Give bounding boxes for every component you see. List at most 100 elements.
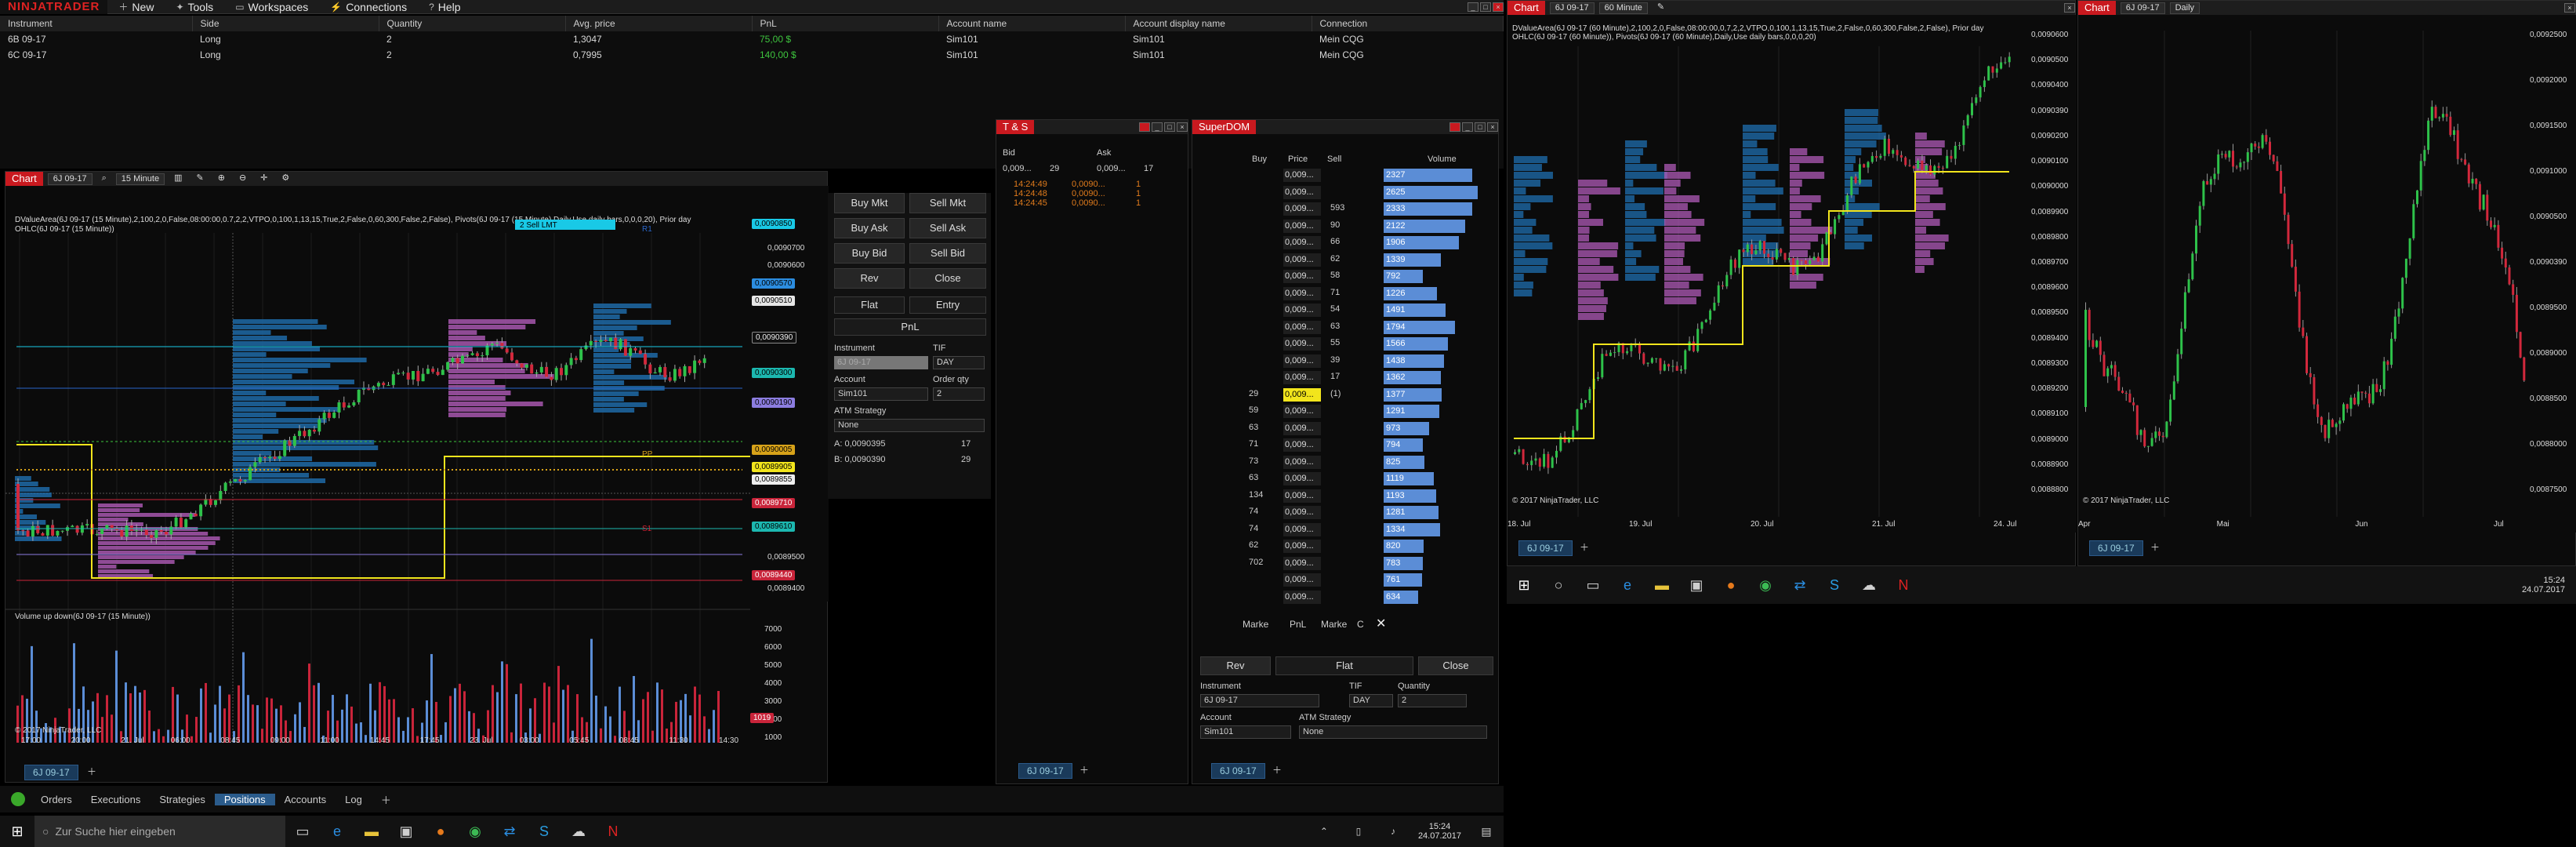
tray-network-icon[interactable]: ▯ (1346, 819, 1371, 844)
dom-price-cell[interactable]: 0,009... (1283, 236, 1321, 249)
add-tab-icon[interactable]: ＋ (372, 792, 401, 807)
teamviewer-icon[interactable]: ⇄ (1787, 573, 1812, 598)
dom-sell-cell[interactable]: 593 (1330, 203, 1354, 213)
teamviewer-icon[interactable]: ⇄ (497, 819, 522, 844)
menu-new[interactable]: ＋ New (107, 0, 165, 13)
dom-row[interactable]: 0,009... 58 792 (1243, 268, 1498, 285)
table-row[interactable]: 6B 09-17 Long 2 1,3047 75,00 $ Sim101 Si… (0, 31, 1504, 47)
atm-select[interactable]: None (834, 419, 985, 432)
buy-market-button[interactable]: Buy Mkt (834, 193, 905, 213)
chart2-add-tab-icon[interactable]: ＋ (1580, 540, 1589, 554)
dom-row[interactable]: 0,009... 134 1193 (1243, 488, 1498, 505)
tab-orders[interactable]: Orders (31, 794, 82, 805)
dom-tif-select[interactable]: DAY (1349, 694, 1393, 707)
buy-ask-button[interactable]: Buy Ask (834, 218, 905, 238)
dom-buy-cell[interactable]: 29 (1249, 389, 1277, 398)
menu-tools[interactable]: ✦ Tools (165, 1, 224, 13)
chart1-properties-icon[interactable]: ⚙ (277, 173, 294, 185)
col-pnl[interactable]: PnL (752, 16, 939, 31)
chart2-time-axis[interactable]: 18. Jul 19. Jul 20. Jul 21. Jul 24. Jul (1508, 520, 2025, 531)
tab-executions[interactable]: Executions (82, 794, 151, 805)
reverse-button[interactable]: Rev (834, 268, 905, 289)
edge-browser-icon[interactable]: e (1615, 573, 1640, 598)
dom-sell-cell[interactable]: 55 (1330, 338, 1354, 347)
dom-close-button-action[interactable]: Close (1418, 656, 1493, 675)
dom-price-cell[interactable]: 0,009... (1283, 590, 1321, 604)
dom-market-button-right[interactable]: Marke (1321, 619, 1347, 630)
dom-row[interactable]: 0,009... 702 783 (1243, 555, 1498, 573)
dom-sell-cell[interactable]: 39 (1330, 355, 1354, 365)
pnl-display[interactable]: PnL (834, 318, 986, 336)
dom-price-cell[interactable]: 0,009... (1283, 253, 1321, 267)
chart2-price-axis[interactable]: 0,0090600 0,0090500 0,0090400 0,0090390 0,00… (2026, 15, 2077, 517)
firefox-icon[interactable]: ● (428, 819, 453, 844)
dom-buy-cell[interactable]: 62 (1249, 540, 1277, 550)
dom-minimize-button[interactable]: _ (1462, 122, 1473, 132)
chart2-interval-select[interactable]: 60 Minute (1598, 2, 1648, 14)
dom-buy-cell[interactable]: 702 (1249, 558, 1277, 567)
windows-start-icon[interactable]: ⊞ (5, 819, 30, 844)
dom-sell-cell[interactable]: (1) (1330, 389, 1354, 398)
dom-sell-cell[interactable]: 63 (1330, 322, 1354, 331)
chart3-interval-select[interactable]: Daily (2169, 2, 2200, 14)
dom-market-button-left[interactable]: Marke (1243, 619, 1268, 630)
ts-instrument-tab[interactable]: 6J 09-17 (1018, 763, 1072, 779)
store-icon[interactable]: ▣ (1684, 573, 1709, 598)
col-account-name[interactable]: Account name (938, 16, 1126, 31)
tab-log[interactable]: Log (336, 794, 372, 805)
sell-ask-button[interactable]: Sell Ask (909, 218, 986, 238)
dom-price-cell[interactable]: 0,009... (1283, 556, 1321, 570)
dom-price-cell[interactable]: 0,009... (1283, 421, 1321, 435)
dom-qty-stepper[interactable]: 2 (1398, 694, 1467, 707)
dom-row[interactable]: 0,009... 63 1794 (1243, 319, 1498, 336)
dom-ladder[interactable]: 0,009... 2327 0,009... 2625 0,009... 593 2333 0… (1243, 167, 1498, 614)
file-explorer-icon[interactable]: ▬ (359, 819, 384, 844)
dom-buy-cell[interactable]: 59 (1249, 405, 1277, 415)
dom-price-cell[interactable]: 0,009... (1283, 270, 1321, 283)
dom-row[interactable]: 0,009... 29 (1) 1377 (1243, 387, 1498, 404)
dom-row[interactable]: 0,009... 593 2333 (1243, 201, 1498, 218)
menu-workspaces[interactable]: ▭ Workspaces (224, 1, 319, 13)
dom-price-cell[interactable]: 0,009... (1283, 506, 1321, 519)
dom-row[interactable]: 0,009... 2625 (1243, 184, 1498, 202)
dom-cancel-all-icon[interactable]: ✕ (1376, 616, 1386, 631)
task-view-icon[interactable]: ▭ (290, 819, 315, 844)
dom-instrument-tab[interactable]: 6J 09-17 (1211, 763, 1265, 779)
dom-price-cell[interactable]: 0,009... (1283, 219, 1321, 233)
dom-sell-cell[interactable]: 66 (1330, 237, 1354, 246)
dom-row[interactable]: 0,009... 74 1334 (1243, 522, 1498, 539)
dom-buy-cell[interactable]: 71 (1249, 439, 1277, 449)
col-instrument[interactable]: Instrument (0, 16, 193, 31)
dom-buy-cell[interactable]: 73 (1249, 456, 1277, 466)
dom-price-cell[interactable]: 0,009... (1283, 455, 1321, 469)
dom-row[interactable]: 0,009... 74 1281 (1243, 504, 1498, 522)
dom-price-cell[interactable]: 0,009... (1283, 472, 1321, 485)
dom-price-cell[interactable]: 0,009... (1283, 202, 1321, 216)
network-app-icon[interactable]: ☁ (1856, 573, 1881, 598)
dom-atm-select[interactable]: None (1299, 725, 1487, 739)
taskbar-search-input[interactable]: ○ Zur Suche hier eingeben (34, 816, 285, 847)
dom-price-cell[interactable]: 0,009... (1283, 354, 1321, 368)
ninjatrader-icon[interactable]: N (1891, 573, 1916, 598)
firefox-icon[interactable]: ● (1718, 573, 1743, 598)
chart3-plot[interactable]: © 2017 NinjaTrader, LLC (2078, 15, 2576, 533)
ts-minimize-button[interactable]: _ (1152, 122, 1163, 132)
chart1-draw-icon[interactable]: ✎ (192, 173, 209, 185)
dom-price-cell[interactable]: 0,009... (1283, 489, 1321, 503)
ts-add-tab-icon[interactable]: ＋ (1079, 763, 1089, 776)
dom-row[interactable]: 0,009... 63 1119 (1243, 471, 1498, 488)
flat-status[interactable]: Flat (834, 296, 905, 314)
chart3-close-button[interactable]: × (2564, 3, 2575, 13)
dom-row[interactable]: 0,009... 39 1438 (1243, 353, 1498, 370)
chart3-add-tab-icon[interactable]: ＋ (2150, 540, 2160, 554)
chart2-close-button[interactable]: × (2064, 3, 2075, 13)
notification-icon[interactable]: ▤ (1474, 819, 1499, 844)
network-app-icon[interactable]: ☁ (566, 819, 591, 844)
chart1-instrument-tab[interactable]: 6J 09-17 (24, 765, 78, 780)
dom-price-cell[interactable]: 0,009... (1283, 337, 1321, 351)
dom-row[interactable]: 0,009... 634 (1243, 589, 1498, 606)
chart3-instrument-select[interactable]: 6J 09-17 (2120, 2, 2165, 14)
menu-connections[interactable]: ⚡ Connections (319, 1, 418, 13)
dom-price-cell[interactable]: 0,009... (1283, 522, 1321, 536)
table-row[interactable]: 6C 09-17 Long 2 0,7995 140,00 $ Sim101 S… (0, 47, 1504, 63)
